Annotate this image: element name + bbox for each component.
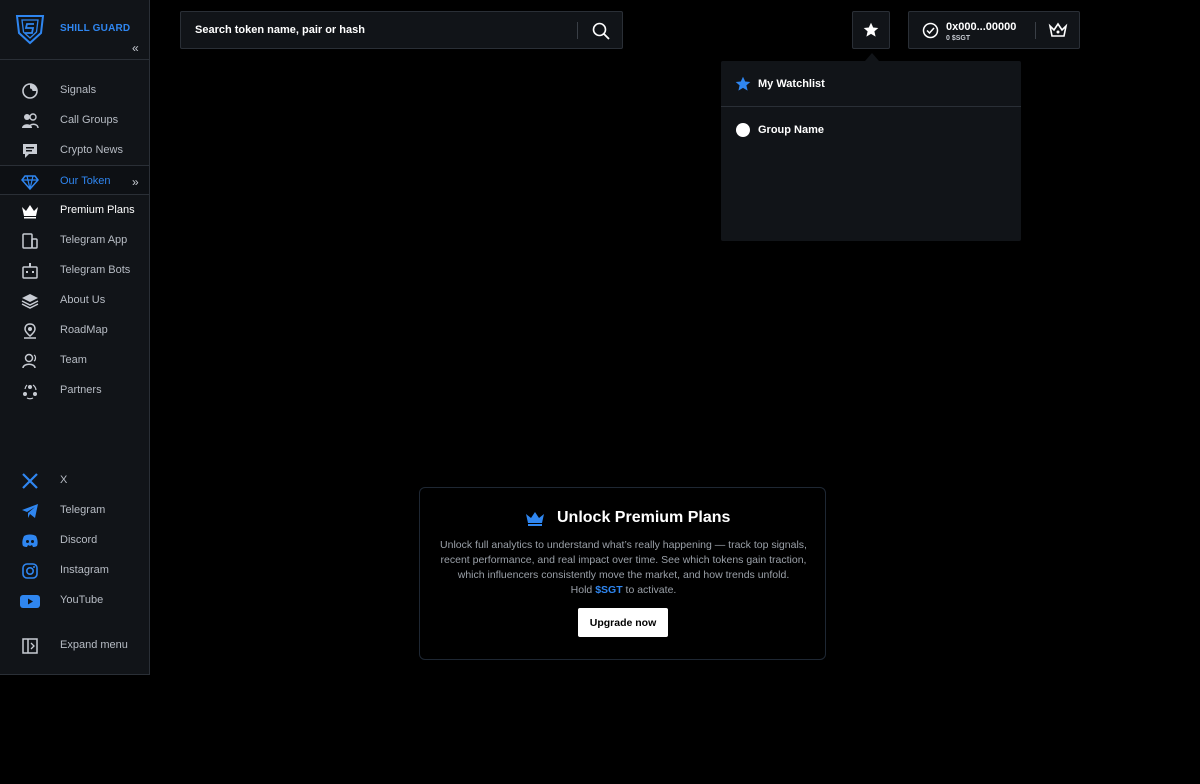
chevron-right-icon: » (132, 175, 139, 189)
nav-item-telegram-bots[interactable]: Telegram Bots (0, 255, 149, 285)
watchlist-button[interactable] (852, 11, 890, 49)
nav-item-premium-plans[interactable]: Premium Plans (0, 195, 149, 225)
nav-label: Partners (60, 384, 102, 396)
brand-name: SHILL GUARD (60, 23, 131, 34)
token-symbol: $SGT (595, 584, 623, 596)
search-icon[interactable] (591, 21, 611, 41)
wallet-balance: 0 $SGT (946, 35, 971, 42)
search-divider (577, 22, 578, 39)
upgrade-now-button[interactable]: Upgrade now (578, 608, 668, 637)
watchlist-title: My Watchlist (758, 78, 825, 90)
group-avatar (736, 123, 750, 137)
premium-card: Unlock Premium Plans Unlock full analyti… (419, 487, 826, 660)
sidebar: SHILL GUARD « Signals Call Groups Crypto… (0, 0, 150, 675)
social-label: X (60, 474, 68, 486)
shield-logo-icon[interactable] (14, 13, 46, 45)
discord-icon (22, 534, 38, 547)
nav-label: Our Token (60, 175, 111, 187)
crown-icon (22, 205, 38, 219)
social-label: YouTube (60, 594, 104, 606)
map-pin-icon (24, 323, 36, 339)
brand-header: SHILL GUARD « (0, 0, 149, 60)
instagram-icon (22, 563, 38, 579)
watchlist-header[interactable]: My Watchlist (721, 61, 1021, 107)
nav-item-signals[interactable]: Signals (0, 75, 149, 105)
nav-label: About Us (60, 294, 106, 306)
wallet-address: 0x000...00000 (946, 21, 1017, 33)
search-bar[interactable]: Search token name, pair or hash (180, 11, 623, 49)
sidebar-toggle-icon (22, 638, 38, 654)
crown-icon (526, 512, 544, 526)
social-label: Instagram (60, 564, 109, 576)
group-name: Group Name (758, 124, 825, 136)
nav-label: Call Groups (60, 114, 119, 126)
social-item-telegram[interactable]: Telegram (0, 495, 149, 525)
star-icon (735, 76, 751, 91)
check-circle-icon (922, 22, 939, 39)
nav-label: Premium Plans (60, 204, 135, 216)
nav-item-call-groups[interactable]: Call Groups (0, 105, 149, 135)
search-input[interactable]: Search token name, pair or hash (195, 24, 365, 36)
message-icon (23, 144, 37, 158)
collapse-sidebar-icon[interactable]: « (132, 42, 144, 54)
crown-icon[interactable] (1048, 21, 1068, 39)
premium-title: Unlock Premium Plans (557, 509, 731, 526)
hold-prefix: Hold (570, 584, 593, 596)
social-label: Telegram (60, 504, 106, 516)
nav-item-telegram-app[interactable]: Telegram App (0, 225, 149, 255)
nav-label: Crypto News (60, 144, 123, 156)
nav-item-crypto-news[interactable]: Crypto News (0, 135, 149, 165)
devices-icon (22, 233, 38, 249)
bot-icon (22, 263, 38, 279)
wallet-widget[interactable]: 0x000...00000 0 $SGT (908, 11, 1080, 49)
youtube-icon (20, 595, 40, 608)
social-links: X Telegram Discord Instagram YouTube (0, 465, 149, 615)
expand-menu-button[interactable]: Expand menu (0, 630, 149, 660)
team-icon (22, 353, 37, 369)
main-nav: Signals Call Groups Crypto News Our Toke… (0, 75, 149, 405)
social-item-youtube[interactable]: YouTube (0, 585, 149, 615)
diamond-icon (21, 175, 39, 191)
users-icon (22, 113, 39, 129)
nav-label: Telegram App (60, 234, 128, 246)
nav-item-our-token[interactable]: Our Token » (0, 165, 149, 195)
partners-icon (23, 384, 37, 400)
star-icon (863, 22, 879, 37)
nav-label: RoadMap (60, 324, 108, 336)
social-item-instagram[interactable]: Instagram (0, 555, 149, 585)
nav-label: Team (60, 354, 87, 366)
social-item-x[interactable]: X (0, 465, 149, 495)
social-item-discord[interactable]: Discord (0, 525, 149, 555)
nav-item-about-us[interactable]: About Us (0, 285, 149, 315)
dropdown-caret (865, 53, 879, 61)
telegram-icon (22, 504, 38, 518)
nav-label: Signals (60, 84, 97, 96)
watchlist-group-item[interactable]: Group Name (721, 108, 1021, 152)
pie-chart-icon (22, 83, 38, 99)
watchlist-dropdown: My Watchlist Group Name (721, 61, 1021, 241)
expand-menu-label: Expand menu (60, 639, 128, 651)
hold-suffix: to activate. (625, 584, 677, 596)
premium-description-text: Unlock full analytics to understand what… (440, 539, 807, 581)
layers-icon (21, 294, 39, 309)
nav-item-partners[interactable]: Partners (0, 375, 149, 405)
wallet-divider (1035, 22, 1036, 39)
nav-item-roadmap[interactable]: RoadMap (0, 315, 149, 345)
premium-description: Unlock full analytics to understand what… (430, 538, 817, 598)
social-label: Discord (60, 534, 98, 546)
nav-label: Telegram Bots (60, 264, 131, 276)
nav-item-team[interactable]: Team (0, 345, 149, 375)
x-icon (22, 473, 38, 489)
